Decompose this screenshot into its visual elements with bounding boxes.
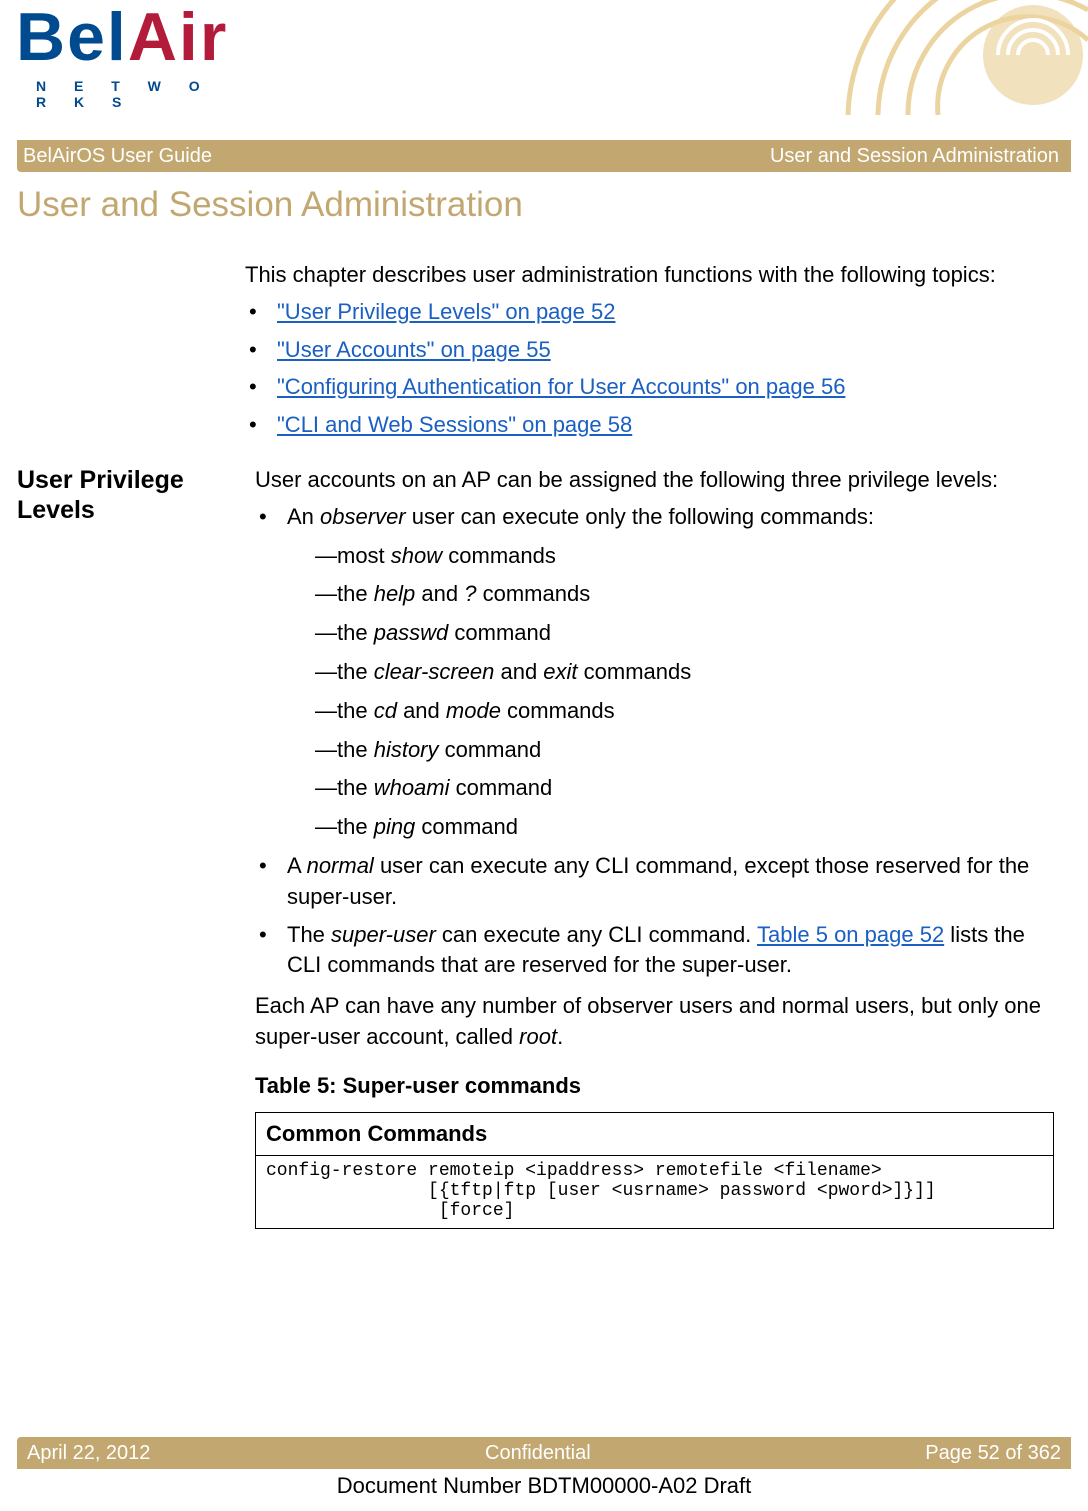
table-cell: config-restore remoteip <ipaddress> remo…	[256, 1156, 1054, 1228]
body: This chapter describes user administrati…	[17, 260, 1054, 1421]
xref-link[interactable]: Table 5 on page 52	[757, 922, 944, 947]
xref-link[interactable]: "Configuring Authentication for User Acc…	[277, 374, 845, 399]
logo-subtext: N E T W O R K S	[36, 78, 228, 110]
normal-item: A normal user can execute any CLI comman…	[255, 851, 1054, 913]
page: BelAir N E T W O R K S BelAirOS User Gui…	[0, 0, 1088, 1511]
observer-item: An observer user can execute only the fo…	[255, 502, 1054, 843]
section-heading: User Privilege Levels	[17, 465, 255, 1229]
footer-page: Page 52 of 362	[925, 1442, 1061, 1465]
header-left: BelAirOS User Guide	[23, 145, 212, 168]
xref-link[interactable]: "CLI and Web Sessions" on page 58	[277, 412, 632, 437]
header-right: User and Session Administration	[770, 145, 1059, 168]
section-body: User accounts on an AP can be assigned t…	[255, 465, 1054, 1229]
footer-confidential: Confidential	[485, 1442, 591, 1465]
cmd-item: the cd and mode commands	[315, 696, 1054, 727]
cmd-item: the history command	[315, 735, 1054, 766]
intro: This chapter describes user administrati…	[245, 260, 1054, 441]
intro-link-item: "Configuring Authentication for User Acc…	[245, 372, 1054, 403]
trailing-paragraph: Each AP can have any number of observer …	[255, 991, 1054, 1053]
table-header: Common Commands	[256, 1112, 1054, 1156]
cmd-item: the whoami command	[315, 773, 1054, 804]
cmd-item: the passwd command	[315, 618, 1054, 649]
observer-cmd-list: most show commands the help and ? comman…	[315, 541, 1054, 843]
cmd-item: the ping command	[315, 812, 1054, 843]
intro-link-item: "CLI and Web Sessions" on page 58	[245, 410, 1054, 441]
privilege-list: An observer user can execute only the fo…	[255, 502, 1054, 981]
super-user-commands-table: Common Commands config-restore remoteip …	[255, 1112, 1054, 1229]
logo-wordmark: BelAir	[16, 0, 228, 75]
section-lead: User accounts on an AP can be assigned t…	[255, 465, 1054, 496]
page-title: User and Session Administration	[17, 185, 523, 225]
footer-date: April 22, 2012	[27, 1442, 150, 1465]
header-bar: BelAirOS User Guide User and Session Adm…	[17, 140, 1071, 172]
footer-bar: April 22, 2012 Confidential Page 52 of 3…	[17, 1437, 1071, 1469]
cmd-item: the clear-screen and exit commands	[315, 657, 1054, 688]
xref-link[interactable]: "User Accounts" on page 55	[277, 337, 551, 362]
super-item: The super-user can execute any CLI comma…	[255, 920, 1054, 982]
intro-link-item: "User Accounts" on page 55	[245, 335, 1054, 366]
brand-logo: BelAir N E T W O R K S	[16, 10, 228, 65]
table-title: Table 5: Super-user commands	[255, 1071, 1054, 1102]
intro-link-list: "User Privilege Levels" on page 52 "User…	[245, 297, 1054, 441]
intro-link-item: "User Privilege Levels" on page 52	[245, 297, 1054, 328]
section-user-privilege: User Privilege Levels User accounts on a…	[17, 465, 1054, 1229]
intro-lead: This chapter describes user administrati…	[245, 260, 1054, 291]
cmd-item: the help and ? commands	[315, 579, 1054, 610]
decor-rays-icon	[838, 0, 1088, 115]
document-number: Document Number BDTM00000-A02 Draft	[0, 1473, 1088, 1499]
cmd-item: most show commands	[315, 541, 1054, 572]
xref-link[interactable]: "User Privilege Levels" on page 52	[277, 299, 615, 324]
